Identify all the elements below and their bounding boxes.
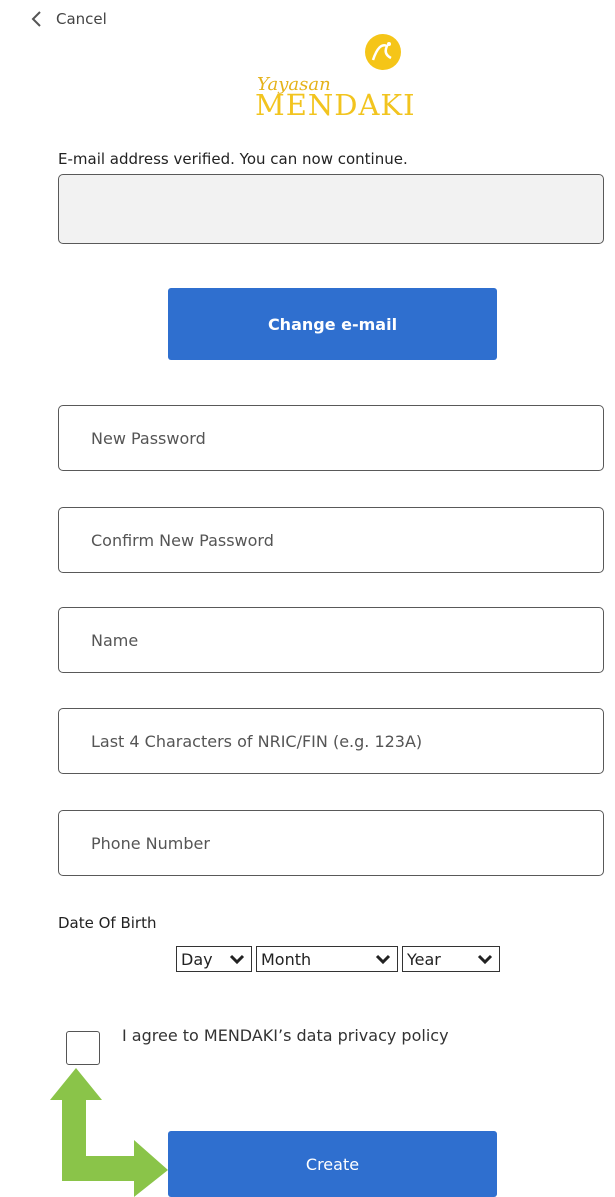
name-field[interactable] (58, 607, 604, 673)
month-select-value: Month (261, 949, 312, 969)
year-select-value: Year (407, 949, 441, 969)
cancel-label: Cancel (56, 10, 107, 28)
confirm-password-input[interactable] (59, 508, 603, 572)
new-password-field[interactable] (58, 405, 604, 471)
cancel-link[interactable]: Cancel (26, 6, 107, 32)
email-field[interactable] (58, 174, 604, 244)
month-select[interactable]: Month (256, 946, 398, 972)
privacy-checkbox[interactable] (66, 1031, 100, 1065)
phone-input[interactable] (59, 811, 603, 875)
nric-input[interactable] (59, 709, 603, 773)
change-email-button[interactable]: Change e-mail (168, 288, 497, 360)
chevron-down-icon (375, 954, 391, 965)
dob-label: Date Of Birth (58, 914, 157, 932)
chevron-down-icon (229, 954, 245, 965)
nric-field[interactable] (58, 708, 604, 774)
create-button[interactable]: Create (168, 1131, 497, 1197)
day-select-value: Day (181, 949, 213, 969)
privacy-label: I agree to MENDAKI’s data privacy policy (122, 1026, 449, 1045)
confirm-password-field[interactable] (58, 507, 604, 573)
chevron-left-icon (31, 11, 41, 27)
verification-message: E-mail address verified. You can now con… (58, 150, 408, 168)
chevron-down-icon (477, 954, 493, 965)
mendaki-logo: Yayasan MENDAKI (255, 34, 416, 122)
year-select[interactable]: Year (402, 946, 500, 972)
email-input[interactable] (59, 175, 603, 243)
new-password-input[interactable] (59, 406, 603, 470)
name-input[interactable] (59, 608, 603, 672)
day-select[interactable]: Day (176, 946, 252, 972)
logo-mendaki: MENDAKI (255, 88, 416, 122)
phone-field[interactable] (58, 810, 604, 876)
dob-selects: Day Month Year (176, 946, 500, 972)
arrow-annotation-icon (50, 1068, 168, 1197)
